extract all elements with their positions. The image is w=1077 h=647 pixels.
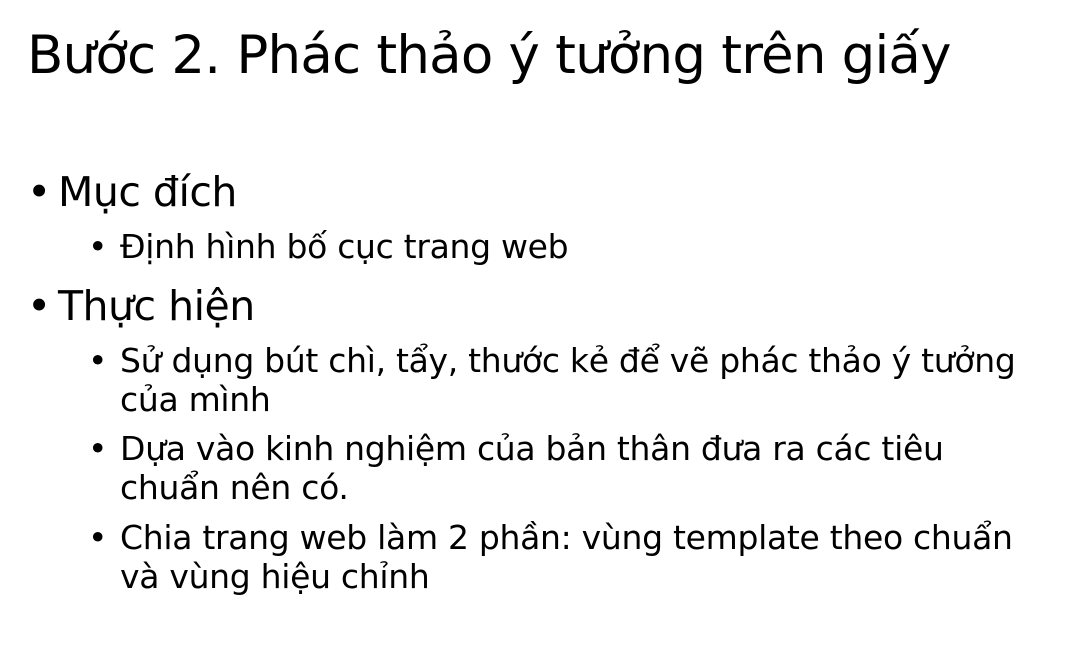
sub-bullet-item: • Sử dụng bút chì, tẩy, thước kẻ để vẽ p… [88, 341, 1048, 419]
bullet-heading-label: Mục đích [58, 168, 237, 216]
sub-bullet-text: Sử dụng bút chì, tẩy, thước kẻ để vẽ phá… [120, 341, 1016, 419]
sub-bullet-text: Dựa vào kinh nghiệm của bản thân đưa ra … [120, 429, 944, 507]
sub-bullet-dot: • [88, 429, 108, 468]
sub-bullet-text: Chia trang web làm 2 phần: vùng template… [120, 518, 1013, 596]
bullet-dot: • [27, 282, 51, 330]
sub-bullet-item: • Dựa vào kinh nghiệm của bản thân đưa r… [88, 429, 1048, 507]
bullet-heading-label: Thực hiện [58, 282, 255, 330]
bullet-dot: • [27, 168, 51, 216]
sub-bullet-text: Định hình bố cục trang web [120, 227, 569, 266]
sub-bullet-dot: • [88, 518, 108, 557]
slide: Bước 2. Phác thảo ý tưởng trên giấy • Mụ… [0, 0, 1077, 647]
slide-title: Bước 2. Phác thảo ý tưởng trên giấy [27, 25, 951, 86]
sub-bullet-dot: • [88, 227, 108, 266]
sub-bullet-dot: • [88, 341, 108, 380]
sub-bullet-item: • Chia trang web làm 2 phần: vùng templa… [88, 518, 1048, 596]
sub-bullet-item: • Định hình bố cục trang web [88, 227, 1048, 266]
